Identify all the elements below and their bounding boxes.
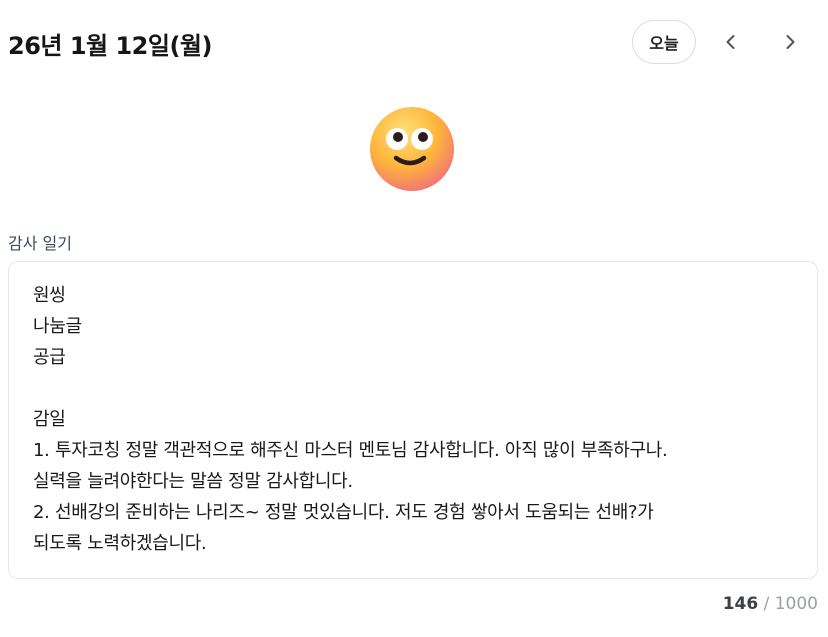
prev-day-button[interactable]	[713, 24, 749, 60]
today-button[interactable]: 오늘	[632, 20, 696, 64]
chevron-left-icon	[726, 35, 735, 49]
chevron-right-icon	[786, 35, 795, 49]
diary-content[interactable]: 원씽 나눔글 공급 감일 1. 투자코칭 정말 객관적으로 해주신 마스터 멘토…	[33, 280, 801, 559]
char-counter: 146 / 1000	[723, 594, 818, 614]
section-label: 감사 일기	[8, 234, 72, 253]
page-title: 26년 1월 12일(월)	[8, 32, 212, 60]
smiling-face-emoji-icon	[370, 107, 454, 191]
diary-header: 26년 1월 12일(월) 오늘	[0, 0, 828, 88]
char-limit: 1000	[774, 594, 818, 614]
mood-emoji-button[interactable]	[366, 102, 458, 194]
next-day-button[interactable]	[772, 24, 808, 60]
counter-separator: /	[758, 594, 775, 614]
char-count: 146	[722, 594, 759, 614]
diary-textarea[interactable]: 원씽 나눔글 공급 감일 1. 투자코칭 정말 객관적으로 해주신 마스터 멘토…	[8, 261, 818, 579]
